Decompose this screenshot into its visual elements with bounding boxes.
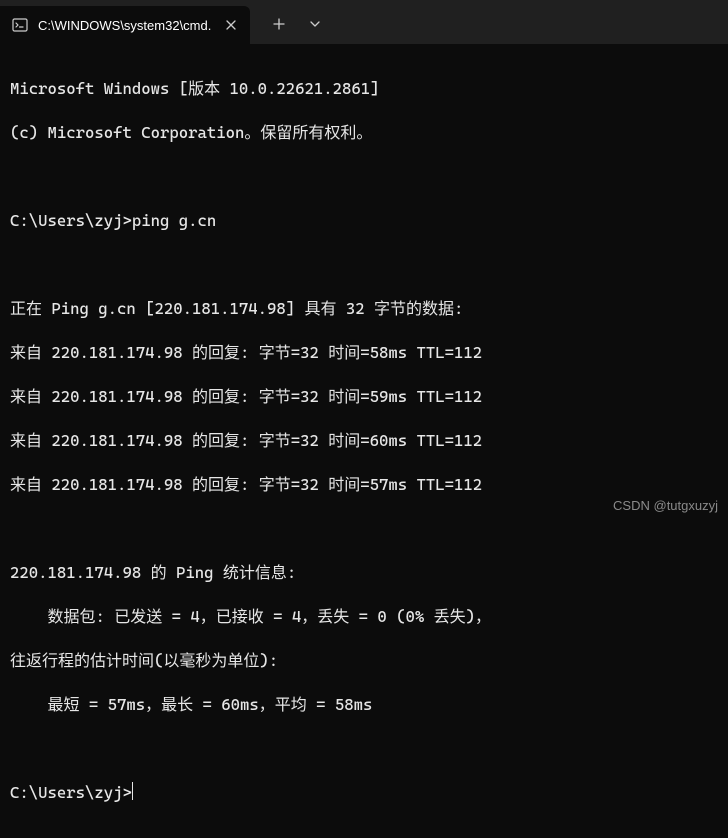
prompt-line-2: C:\Users\zyj> [10,782,718,804]
terminal-output[interactable]: Microsoft Windows [版本 10.0.22621.2861] (… [0,44,728,838]
stats-rtt-header: 往返行程的估计时间(以毫秒为单位): [10,650,718,672]
tab-cmd[interactable]: C:\WINDOWS\system32\cmd. [0,6,250,44]
banner-version: Microsoft Windows [版本 10.0.22621.2861] [10,78,718,100]
prompt-path: C:\Users\zyj> [10,783,132,802]
close-icon [226,20,236,30]
prompt-line-1: C:\Users\zyj>ping g.cn [10,210,718,232]
text-cursor [132,782,133,800]
ping-reply: 来自 220.181.174.98 的回复: 字节=32 时间=60ms TTL… [10,430,718,452]
tab-actions [250,0,332,44]
tab-title: C:\WINDOWS\system32\cmd. [38,18,212,33]
prompt-path: C:\Users\zyj> [10,211,132,230]
title-bar: C:\WINDOWS\system32\cmd. [0,0,728,44]
tab-dropdown-button[interactable] [298,6,332,42]
chevron-down-icon [309,18,321,30]
command-text: ping g.cn [132,211,216,230]
ping-reply: 来自 220.181.174.98 的回复: 字节=32 时间=57ms TTL… [10,474,718,496]
plus-icon [273,18,285,30]
banner-copyright: (c) Microsoft Corporation。保留所有权利。 [10,122,718,144]
blank-line [10,518,718,540]
stats-rtt-values: 最短 = 57ms，最长 = 60ms，平均 = 58ms [10,694,718,716]
new-tab-button[interactable] [262,6,296,42]
cmd-icon [12,17,28,33]
ping-reply: 来自 220.181.174.98 的回复: 字节=32 时间=58ms TTL… [10,342,718,364]
ping-header: 正在 Ping g.cn [220.181.174.98] 具有 32 字节的数… [10,298,718,320]
blank-line [10,738,718,760]
stats-header: 220.181.174.98 的 Ping 统计信息: [10,562,718,584]
tab-close-button[interactable] [222,16,240,34]
stats-packets: 数据包: 已发送 = 4，已接收 = 4，丢失 = 0 (0% 丢失)， [10,606,718,628]
blank-line [10,254,718,276]
watermark: CSDN @tutgxuzyj [613,498,718,513]
blank-line [10,166,718,188]
ping-reply: 来自 220.181.174.98 的回复: 字节=32 时间=59ms TTL… [10,386,718,408]
